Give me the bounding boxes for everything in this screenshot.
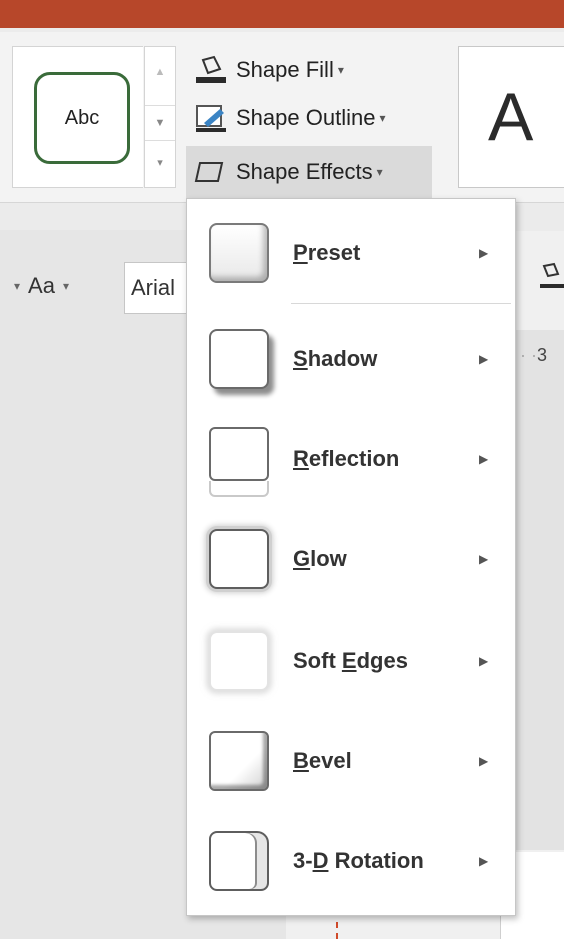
paint-bucket-icon <box>192 55 230 85</box>
chevron-right-icon: ▶ <box>479 754 489 768</box>
menu-item-preset[interactable]: Preset ▶ <box>187 203 515 303</box>
change-case-button[interactable]: Aa <box>28 273 55 299</box>
chevron-down-icon: ▾ <box>376 165 383 179</box>
menu-item-soft-edges[interactable]: Soft Edges ▶ <box>187 611 515 711</box>
reflection-mirror-icon <box>209 481 269 497</box>
chevron-down-icon[interactable]: ▾ <box>63 279 69 293</box>
gallery-scroll-up-icon[interactable]: ▲ <box>145 57 175 87</box>
shape-effects-icon <box>192 157 230 187</box>
menu-item-shadow[interactable]: Shadow ▶ <box>187 309 515 409</box>
chevron-right-icon: ▶ <box>479 552 489 566</box>
preset-icon <box>209 223 269 283</box>
font-size-controls: ▾ Aa ▾ <box>14 256 69 316</box>
gallery-scroll: ▲ ▼ ▾ <box>144 46 176 188</box>
soft-edges-icon <box>209 631 269 691</box>
reflection-icon <box>209 427 269 481</box>
chevron-down-icon: ▾ <box>337 63 344 77</box>
gallery-more-icon[interactable]: ▾ <box>145 147 175 177</box>
text-fill-icon[interactable] <box>538 262 564 295</box>
chevron-right-icon: ▶ <box>479 654 489 668</box>
shape-outline-button[interactable]: Shape Outline ▾ <box>192 100 385 136</box>
chevron-right-icon: ▶ <box>479 246 489 260</box>
chevron-down-icon[interactable]: ▾ <box>14 279 20 293</box>
menu-item-reflection[interactable]: Reflection ▶ <box>187 409 515 509</box>
shape-effects-menu: Preset ▶ Shadow ▶ Reflection ▶ Glow ▶ So… <box>186 198 516 916</box>
glow-icon <box>209 529 269 589</box>
menu-separator <box>291 303 511 304</box>
shape-fill-button[interactable]: Shape Fill ▾ <box>192 52 344 88</box>
menu-item-bevel[interactable]: Bevel ▶ <box>187 711 515 811</box>
bevel-icon <box>209 731 269 791</box>
menu-item-3d-rotation[interactable]: 3-D Rotation ▶ <box>187 811 515 911</box>
ruler-marker: · ·3 <box>520 345 548 365</box>
menu-item-glow[interactable]: Glow ▶ <box>187 509 515 609</box>
chevron-down-icon: ▾ <box>379 111 386 125</box>
chevron-right-icon: ▶ <box>479 352 489 366</box>
wordart-preview[interactable]: A <box>488 78 533 156</box>
title-bar <box>0 0 564 32</box>
pencil-icon <box>192 103 230 133</box>
guide-line <box>336 922 340 939</box>
3d-rotation-icon <box>209 831 269 891</box>
gallery-scroll-down-icon[interactable]: ▼ <box>145 105 175 141</box>
chevron-right-icon: ▶ <box>479 854 489 868</box>
shadow-icon <box>209 329 269 389</box>
chevron-right-icon: ▶ <box>479 452 489 466</box>
shape-style-preview[interactable]: Abc <box>34 72 130 164</box>
shape-effects-button[interactable]: Shape Effects ▾ <box>192 154 383 190</box>
